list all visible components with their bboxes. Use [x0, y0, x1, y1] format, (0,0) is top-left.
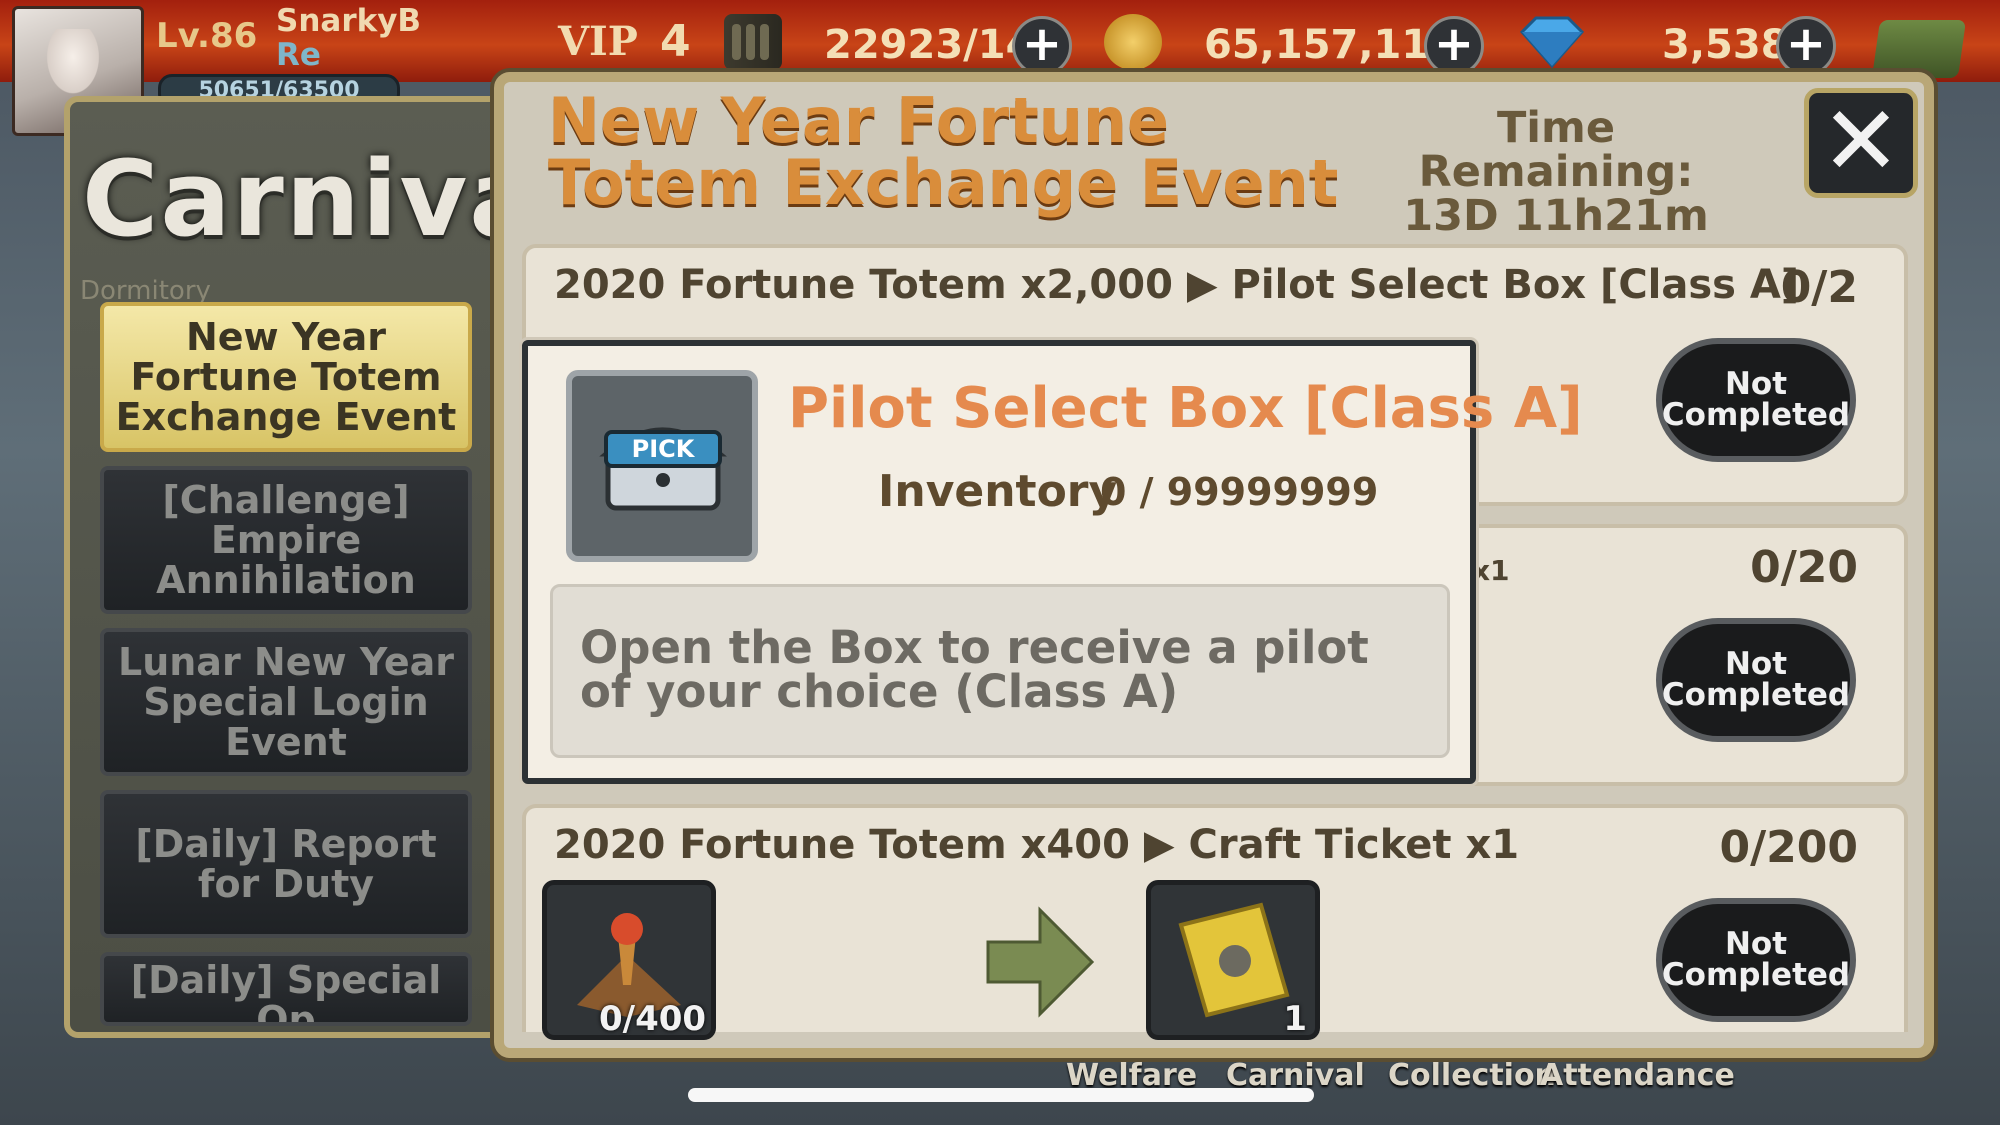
reward-count: 1 — [1283, 999, 1307, 1039]
tab-collection[interactable]: Collection — [1388, 1058, 1556, 1093]
player-name-text: SnarkyB — [276, 3, 422, 39]
popup-description: Open the Box to receive a pilot of your … — [580, 621, 1369, 718]
time-remaining: Time Remaining: 13D 11h21m — [1356, 106, 1756, 238]
tab-attendance[interactable]: Attendance — [1540, 1058, 1735, 1093]
home-indicator[interactable] — [688, 1088, 1314, 1102]
gold-value: 65,157,113 — [1204, 22, 1458, 68]
add-gems-button[interactable]: + — [1776, 16, 1836, 76]
not-completed-button[interactable]: Not Completed — [1656, 618, 1856, 742]
gold-coin-icon — [1104, 14, 1162, 70]
status-label: Not Completed — [1661, 926, 1851, 993]
exchange-row-title: 2020 Fortune Totem x400 ▶ Craft Ticket x… — [554, 822, 1520, 868]
sidebar-item-label: New Year Fortune Totem Exchange Event — [115, 315, 457, 439]
exchange-row-title: x1 — [1472, 554, 1510, 587]
sidebar-item-label: [Daily] Report for Duty — [135, 822, 437, 906]
time-remaining-label: Time Remaining: — [1418, 103, 1694, 197]
sidebar-item-fortune-totem[interactable]: New Year Fortune Totem Exchange Event — [100, 302, 472, 452]
not-completed-button[interactable]: Not Completed — [1656, 898, 1856, 1022]
player-level: Lv.86 — [156, 16, 258, 56]
time-remaining-value: 13D 11h21m — [1403, 191, 1709, 241]
exchange-row-count: 0/20 — [1750, 542, 1858, 593]
add-ammo-button[interactable]: + — [1012, 16, 1072, 76]
exchange-row-count: 0/2 — [1780, 262, 1858, 313]
player-name-suffix: Re — [276, 37, 321, 73]
exchange-row-count: 0/200 — [1719, 822, 1858, 873]
dialog-title: New Year Fortune Totem Exchange Event — [548, 84, 1339, 219]
status-label: Not Completed — [1661, 366, 1851, 433]
sidebar-item-label: Lunar New Year Special Login Event — [117, 640, 455, 764]
status-label: Not Completed — [1661, 646, 1851, 713]
add-gold-button[interactable]: + — [1424, 16, 1484, 76]
player-name: SnarkyB Re — [276, 4, 421, 72]
exchange-row-title: 2020 Fortune Totem x2,000 ▶ Pilot Select… — [554, 262, 1800, 308]
sidebar-item-label: [Daily] Special Op — [130, 958, 442, 1026]
popup-item-name: Pilot Select Box [Class A] — [788, 376, 1583, 441]
popup-inventory-label: Inventory — [878, 466, 1118, 517]
pick-chest-slot: PICK — [566, 370, 758, 562]
cost-count: 0/400 — [599, 999, 707, 1039]
fortune-totem-slot[interactable]: 0/400 — [542, 880, 716, 1040]
diamond-icon — [1512, 14, 1592, 70]
vip-label: VIP — [558, 18, 638, 65]
sidebar-item-lunar-login[interactable]: Lunar New Year Special Login Event — [100, 628, 472, 776]
army-box-icon[interactable] — [1871, 20, 1967, 78]
svg-text:PICK: PICK — [632, 435, 696, 463]
pick-chest-icon: PICK — [599, 427, 727, 511]
craft-ticket-slot[interactable]: 1 — [1146, 880, 1320, 1040]
popup-inventory-value: 0 / 99999999 — [1100, 470, 1379, 514]
sidebar-item-report-duty[interactable]: [Daily] Report for Duty — [100, 790, 472, 938]
gems-value: 3,538 — [1662, 22, 1789, 68]
not-completed-button[interactable]: Not Completed — [1656, 338, 1856, 462]
sidebar-item-empire-annihilation[interactable]: [Challenge] Empire Annihilation — [100, 466, 472, 614]
sidebar-item-special-op[interactable]: [Daily] Special Op — [100, 952, 472, 1026]
vip-level: 4 — [660, 16, 691, 67]
ammo-icon — [724, 14, 782, 70]
close-button[interactable]: ✕ — [1804, 88, 1918, 198]
arrow-right-icon — [986, 906, 1095, 1018]
sidebar-item-label: [Challenge] Empire Annihilation — [156, 478, 416, 602]
